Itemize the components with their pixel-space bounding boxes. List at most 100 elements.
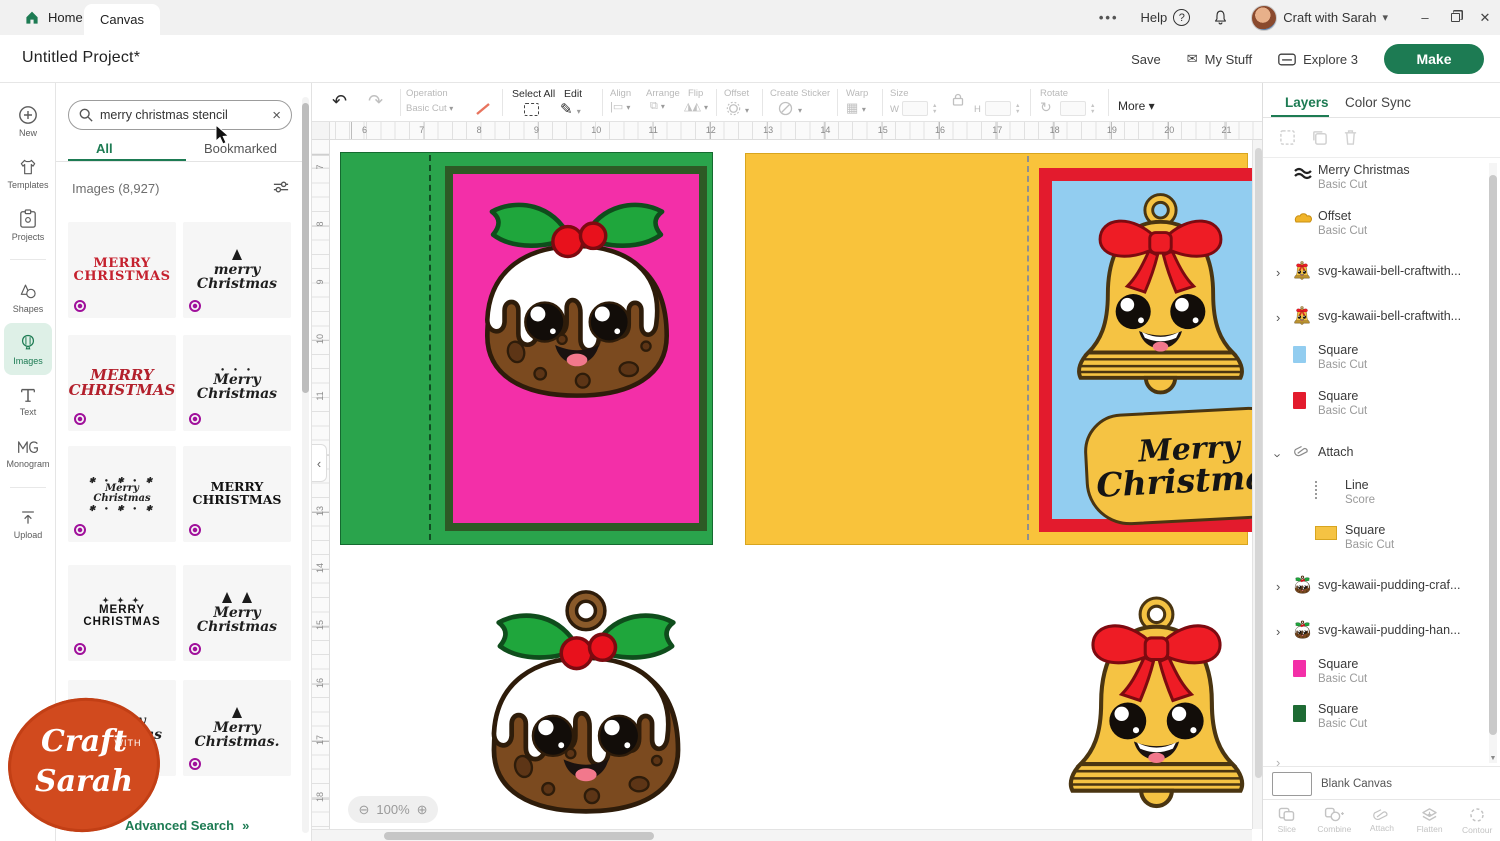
operation-select[interactable]: Basic Cut ▾ (406, 103, 453, 114)
chevron-right-icon[interactable]: › (1276, 579, 1280, 594)
clear-search-icon[interactable]: × (272, 107, 281, 124)
tab-home[interactable]: Home (14, 0, 93, 35)
filters-icon[interactable] (272, 179, 290, 195)
make-button[interactable]: Make (1384, 44, 1484, 74)
image-result[interactable]: MERRYCHRISTMAS (183, 446, 291, 542)
zoom-out-icon[interactable]: ⊖ (358, 802, 369, 818)
warp-button[interactable]: Warp (846, 88, 868, 99)
pencil-icon[interactable]: ✎ ▾ (560, 100, 581, 118)
layer-row[interactable]: SquareBasic Cut (1263, 526, 1487, 566)
panel-collapse-handle[interactable]: ‹ (312, 444, 327, 482)
chevron-right-icon[interactable]: › (1276, 310, 1280, 325)
align-button[interactable]: Align (610, 88, 631, 99)
edit-button[interactable]: Edit (564, 88, 582, 100)
rail-images[interactable]: Images (4, 323, 52, 375)
my-stuff-button[interactable]: ✉ My Stuff (1187, 51, 1252, 67)
layer-row[interactable]: › svg-kawaii-pudding-craf... (1263, 575, 1487, 615)
chevron-right-icon[interactable]: › (1276, 265, 1280, 280)
rail-templates[interactable]: Templates (4, 147, 52, 199)
rotate-stepper[interactable]: ▲▼ (1090, 104, 1095, 115)
height-input[interactable] (985, 101, 1011, 116)
tab-canvas[interactable]: Canvas (84, 4, 160, 35)
image-result[interactable]: MERRYCHRISTMAS (68, 222, 176, 318)
horizontal-scrollbar[interactable] (312, 829, 1252, 841)
offset-button[interactable]: Offset (724, 88, 749, 99)
arrange-button[interactable]: Arrange (646, 88, 680, 99)
layer-row[interactable]: OffsetBasic Cut (1263, 212, 1487, 252)
search-input[interactable] (100, 108, 265, 122)
zoom-in-icon[interactable]: ⊕ (417, 802, 428, 818)
linetype-swatch[interactable] (474, 101, 492, 117)
rotate-input[interactable] (1060, 101, 1086, 116)
slice-button[interactable]: Slice (1263, 800, 1311, 841)
rail-projects[interactable]: Projects (4, 199, 52, 251)
close-button[interactable]: ✕ (1470, 0, 1500, 35)
create-sticker-button[interactable]: Create Sticker (770, 88, 830, 99)
rail-upload[interactable]: Upload (4, 497, 52, 549)
attach-button[interactable]: Attach (1358, 800, 1406, 841)
help-menu[interactable]: Help ? (1141, 9, 1191, 26)
overflow-menu[interactable]: ••• (1099, 10, 1119, 25)
project-title[interactable]: Untitled Project* (22, 49, 140, 67)
more-button[interactable]: More ▾ (1118, 99, 1155, 113)
select-all-button[interactable]: Select All (512, 88, 555, 100)
bell-ornament[interactable] (1054, 584, 1259, 819)
trash-icon[interactable] (1343, 129, 1358, 146)
redo-button[interactable]: ↷ (368, 91, 383, 112)
flatten-button[interactable]: Flatten (1406, 800, 1454, 841)
layers-scrollbar-thumb[interactable] (1489, 175, 1497, 735)
canvas-viewport[interactable]: 6789101112131415161718192021 78910111213… (312, 122, 1262, 841)
layer-row[interactable]: SquareBasic Cut (1263, 346, 1487, 386)
minimize-button[interactable]: – (1410, 0, 1440, 35)
rail-shapes[interactable]: Shapes (4, 271, 52, 323)
layer-row[interactable]: SquareBasic Cut (1263, 660, 1487, 700)
blank-canvas-swatch[interactable] (1272, 772, 1312, 796)
pink-panel[interactable] (445, 166, 707, 531)
tab-all[interactable]: All (96, 141, 113, 156)
undo-button[interactable]: ↶ (332, 91, 347, 112)
blank-canvas-row[interactable]: Blank Canvas (1263, 766, 1500, 799)
image-result[interactable]: MERRYCHRISTMAS (68, 335, 176, 431)
lock-icon[interactable] (952, 93, 964, 106)
search-box[interactable]: × (68, 100, 292, 130)
image-result[interactable]: MerryChristmas. (183, 680, 291, 776)
select-layers-icon[interactable] (1279, 129, 1296, 146)
scroll-down-icon[interactable]: ▼ (1489, 755, 1497, 762)
account-menu[interactable]: Craft with Sarah ▾ (1251, 5, 1388, 31)
merry-christmas-card-text[interactable]: Merry Christmas (1082, 405, 1262, 528)
width-input[interactable] (902, 101, 928, 116)
chevron-down-icon[interactable]: › (1271, 453, 1286, 457)
tab-color-sync[interactable]: Color Sync (1345, 95, 1411, 110)
contour-button[interactable]: Contour (1453, 800, 1500, 841)
layer-row[interactable]: SquareBasic Cut (1263, 392, 1487, 432)
width-stepper[interactable]: ▲▼ (932, 104, 937, 115)
restore-button[interactable] (1440, 0, 1470, 35)
duplicate-icon[interactable] (1311, 129, 1328, 146)
save-button[interactable]: Save (1131, 52, 1161, 67)
layer-row[interactable]: SquareBasic Cut (1263, 705, 1487, 745)
flip-button[interactable]: Flip (688, 88, 703, 99)
panel-scrollbar-thumb[interactable] (302, 103, 309, 393)
image-result[interactable]: ✦ ✦ ✦MERRYCHRISTMAS (68, 565, 176, 661)
chevron-right-icon[interactable]: › (1276, 624, 1280, 639)
pudding-ornament[interactable] (468, 580, 704, 822)
explore-button[interactable]: Explore 3 (1278, 52, 1358, 67)
rail-text[interactable]: Text (4, 375, 52, 427)
layer-row[interactable]: › svg-kawaii-bell-craftwith... (1263, 306, 1487, 346)
image-result[interactable]: merryChristmas (183, 222, 291, 318)
tab-layers[interactable]: Layers (1285, 95, 1329, 110)
layer-row[interactable]: › svg-kawaii-pudding-han... (1263, 620, 1487, 660)
layer-row[interactable]: Merry ChristmasBasic Cut (1263, 166, 1487, 206)
combine-button[interactable]: Combine (1311, 800, 1359, 841)
layer-row[interactable]: › svg-kawaii-bell-craftwith... (1263, 261, 1487, 301)
height-stepper[interactable]: ▲▼ (1015, 104, 1020, 115)
image-result[interactable]: ∙ ∙ ∙MerryChristmas (183, 335, 291, 431)
green-card[interactable] (340, 152, 713, 545)
vertical-scrollbar-thumb[interactable] (1255, 148, 1262, 778)
image-result[interactable]: ✱ ∙ ✱ ∙ ✱MerryChristmas✱ ∙ ✱ ∙ ✱ (68, 446, 176, 542)
vertical-scrollbar[interactable] (1252, 140, 1262, 829)
notifications-button[interactable] (1212, 9, 1229, 26)
zoom-control[interactable]: ⊖ 100% ⊕ (348, 796, 438, 823)
rail-new[interactable]: New (4, 95, 52, 147)
rail-monogram[interactable]: Monogram (4, 427, 52, 479)
